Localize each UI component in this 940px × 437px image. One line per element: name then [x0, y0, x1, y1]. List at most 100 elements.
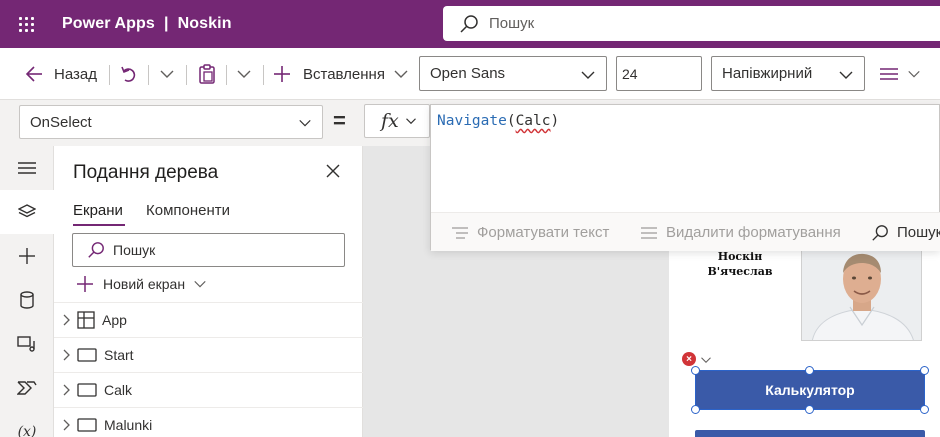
tree-item-label: Start	[104, 347, 134, 363]
undo-dropdown-button[interactable]	[159, 48, 175, 100]
remove-format-icon	[641, 226, 657, 239]
plus-icon	[274, 66, 290, 82]
text-align-button[interactable]	[879, 48, 921, 100]
layers-icon	[18, 204, 36, 218]
plus-icon	[77, 276, 93, 292]
author-photo[interactable]	[801, 246, 922, 341]
font-size-input[interactable]: 24	[616, 56, 702, 91]
tab-screens[interactable]: Екрани	[73, 202, 123, 219]
resize-handle[interactable]	[920, 405, 929, 414]
rail-data-button[interactable]	[0, 278, 54, 322]
app-launcher-button[interactable]	[0, 0, 52, 48]
formula-function: Navigate	[437, 113, 507, 129]
tree-item-start[interactable]: Start	[54, 337, 363, 372]
active-tab-indicator	[73, 224, 125, 226]
app-title: Power Apps | Noskin	[62, 15, 232, 32]
fx-button[interactable]: fx	[364, 104, 430, 138]
tree-search-placeholder: Пошук	[113, 242, 156, 258]
resize-handle[interactable]	[805, 405, 814, 414]
chevron-down-icon	[194, 280, 206, 288]
rail-variables-button[interactable]: (x)	[0, 410, 54, 437]
tree-item-malunki[interactable]: Malunki	[54, 407, 363, 437]
tree-item-label: App	[102, 312, 127, 328]
font-weight-dropdown[interactable]: Напівжирний	[711, 56, 865, 91]
tab-components[interactable]: Компоненти	[146, 202, 230, 219]
close-icon	[326, 164, 340, 178]
property-dropdown[interactable]: OnSelect	[19, 105, 323, 139]
paste-dropdown-button[interactable]	[236, 48, 252, 100]
back-button[interactable]: Назад	[24, 48, 97, 100]
font-family-dropdown[interactable]: Open Sans	[419, 56, 607, 91]
formula-code[interactable]: Navigate(Calc)	[437, 113, 559, 129]
rail-tree-view-button[interactable]	[0, 190, 54, 234]
resize-handle[interactable]	[805, 366, 814, 375]
portrait-image	[802, 247, 921, 340]
tree-item-calk[interactable]: Calk	[54, 372, 363, 407]
clipboard-icon	[199, 64, 215, 84]
media-icon	[17, 336, 35, 352]
align-icon	[880, 68, 898, 80]
new-screen-button[interactable]: Новий екран	[76, 273, 207, 295]
next-button-partial[interactable]	[695, 430, 925, 437]
tree-view-title: Подання дерева	[73, 162, 219, 183]
close-panel-button[interactable]	[326, 164, 340, 183]
rail-menu-button[interactable]	[0, 146, 54, 190]
chevron-down-icon	[237, 70, 251, 78]
global-search-input[interactable]: Пошук	[443, 6, 940, 41]
chevron-down-icon	[160, 70, 174, 78]
paste-button[interactable]	[197, 48, 217, 100]
chevron-right-icon	[63, 384, 70, 396]
author-name-line2: В'ячеслав	[707, 265, 773, 278]
search-icon	[872, 224, 888, 241]
undo-icon	[121, 66, 136, 82]
resize-handle[interactable]	[691, 366, 700, 375]
author-name-label[interactable]: Носкін В'ячеслав	[700, 249, 780, 279]
equals-sign: =	[333, 108, 346, 133]
screen-icon	[77, 383, 97, 397]
font-size-value: 24	[622, 65, 638, 82]
format-text-icon	[452, 226, 468, 239]
format-text-button[interactable]: Форматувати текст	[451, 213, 609, 252]
rail-media-button[interactable]	[0, 322, 54, 366]
resize-handle[interactable]	[920, 366, 929, 375]
calculator-button[interactable]: Калькулятор	[695, 370, 925, 410]
app-icon	[77, 311, 95, 329]
tree-view-panel: Подання дерева Екрани Компоненти Пошук Н…	[54, 146, 363, 437]
new-screen-label: Новий екран	[103, 276, 186, 292]
tree-item-label: Malunki	[104, 417, 153, 433]
error-icon[interactable]: ×	[682, 352, 696, 366]
format-text-label: Форматувати текст	[477, 224, 610, 241]
chevron-right-icon	[63, 349, 70, 361]
undo-button[interactable]	[119, 48, 139, 100]
tree-item-app[interactable]: App	[54, 302, 363, 337]
formula-open-paren: (	[506, 113, 516, 129]
insert-button[interactable]: Вставлення	[273, 48, 409, 100]
tree-item-label: Calk	[104, 382, 133, 398]
font-family-value: Open Sans	[430, 65, 506, 82]
flow-icon	[17, 381, 37, 395]
chevron-down-icon	[299, 119, 311, 127]
tree-search-input[interactable]: Пошук	[72, 233, 345, 267]
screen-icon	[77, 418, 97, 432]
search-icon	[460, 14, 478, 33]
insert-label: Вставлення	[303, 65, 385, 83]
chevron-down-icon	[394, 70, 408, 78]
find-label: Пошук	[897, 224, 940, 241]
chevron-down-icon	[405, 118, 416, 125]
resize-handle[interactable]	[691, 405, 700, 414]
chevron-right-icon	[63, 419, 70, 431]
formula-editor[interactable]: Navigate(Calc) Форматувати текст Видалит…	[430, 104, 940, 252]
rail-insert-button[interactable]	[0, 234, 54, 278]
remove-formatting-button[interactable]: Видалити форматування	[640, 213, 841, 252]
command-bar: Назад Вставлення Open Sans 24 Напівжирни…	[0, 48, 940, 100]
chevron-right-icon	[63, 314, 70, 326]
waffle-icon	[18, 16, 34, 32]
arrow-left-icon	[25, 66, 42, 82]
find-button[interactable]: Пошук	[871, 213, 940, 252]
left-rail: (x)	[0, 146, 54, 437]
rail-power-automate-button[interactable]	[0, 366, 54, 410]
formula-argument: Calc	[515, 113, 551, 129]
database-icon	[20, 291, 34, 309]
error-menu-button[interactable]	[700, 353, 712, 371]
back-label: Назад	[54, 65, 97, 83]
